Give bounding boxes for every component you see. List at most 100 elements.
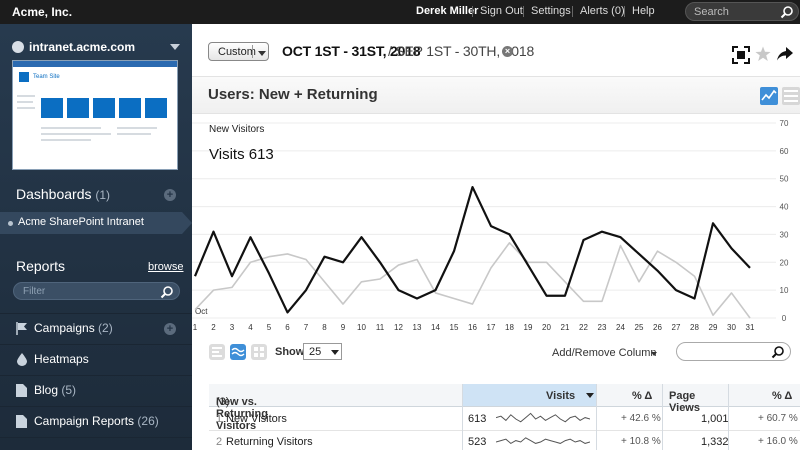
y-tick-label: 20 [780,258,789,267]
bar-view-icon[interactable] [209,344,225,360]
divider [572,6,573,17]
line-chart-view-icon[interactable] [760,87,778,105]
y-tick-label: 60 [780,147,789,156]
site-name[interactable]: intranet.acme.com [29,40,135,54]
row-label[interactable]: Returning Visitors [226,436,313,448]
row-visits-change: + 10.8 % [621,436,661,447]
x-tick-label: 14 [431,323,440,332]
sidebar-item-campaign-reports[interactable]: Campaign Reports (26) [0,406,192,436]
x-tick-label: 6 [285,323,290,332]
active-indicator-icon [182,212,192,234]
dashboards-heading: Dashboards (1) [16,186,110,202]
chevron-down-icon[interactable] [651,352,657,356]
sidebar-item-heatmaps[interactable]: Heatmaps [0,344,192,374]
x-tick-label: 30 [727,323,736,332]
add-dashboard-icon[interactable]: + [164,189,176,201]
column-header-pageviews[interactable]: Page Views [662,384,728,414]
chevron-down-icon [331,350,339,355]
sidebar-item-label: Campaigns [34,321,95,335]
rows-per-page-select[interactable]: 25 [303,343,342,360]
grid-view-icon[interactable] [251,344,267,360]
close-icon[interactable]: × [502,46,513,57]
user-name[interactable]: Derek Miller [416,5,478,17]
row-pageviews-change: + 60.7 % [758,413,798,424]
x-tick-label: 17 [487,323,496,332]
row-label[interactable]: New Visitors [226,413,287,425]
row-pageviews: 1,332 [701,436,729,448]
chevron-down-icon[interactable] [170,44,180,50]
column-header-visits[interactable]: Visits [462,384,596,407]
dashboard-item-acme[interactable]: Acme SharePoint Intranet [0,212,182,234]
x-tick-label: 11 [376,323,385,332]
table-row[interactable]: 1 New Visitors 613 + 42.6 % 1,001 + 60.7… [209,408,800,431]
table-view-icon[interactable] [782,87,800,105]
alerts-link[interactable]: Alerts (0) [580,5,625,17]
series-line-oct [193,185,751,314]
add-campaign-icon[interactable]: + [164,323,176,335]
x-tick-label: 7 [304,323,309,332]
top-search-input[interactable] [694,5,776,19]
add-remove-column-button[interactable]: Add/Remove Column [552,347,657,359]
divider [523,6,524,17]
dashboard-item-label: Acme SharePoint Intranet [18,216,144,228]
chart-svg: 0102030405060701 2 3 4 5 6 7 8 9 10 11 12 13 14 15 16 17… [192,119,789,332]
brand-name: Acme, Inc. [12,5,73,19]
thumbnail-line [41,133,111,135]
x-tick-label: 4 [248,323,253,332]
row-pageviews: 1,001 [701,413,729,425]
share-arrow-icon[interactable] [777,47,793,61]
column-header-visits-change[interactable]: % Δ [596,384,662,407]
x-tick-label: 3 [230,323,235,332]
column-divider [462,384,463,450]
sign-out-link[interactable]: Sign Out [480,5,523,17]
search-icon[interactable] [160,285,174,299]
document-icon [16,415,27,428]
star-icon[interactable] [755,46,771,62]
x-tick-label: 28 [690,323,699,332]
thumbnail-line [117,127,157,129]
sparkline-view-icon[interactable] [230,344,246,360]
range-type-dropdown[interactable]: Custom [208,42,269,61]
settings-link[interactable]: Settings [531,5,571,17]
drop-icon [17,353,27,366]
thumbnail-tile [41,98,63,118]
row-visits: 613 [468,413,487,425]
search-icon[interactable] [771,345,785,359]
thumbnail-line [41,139,91,141]
divider [624,6,625,17]
row-sparkline [496,437,590,445]
browse-link[interactable]: browse [148,261,183,273]
table-row[interactable]: 2 Returning Visitors 523 + 10.8 % 1,332 … [209,431,800,450]
dashboards-count: (1) [95,188,111,202]
x-tick-label: 16 [468,323,477,332]
date-range-bar: Custom OCT 1ST - 31ST, 2018 / SEP 1ST - … [192,34,800,72]
y-tick-label: 50 [780,175,789,184]
sidebar-item-campaigns[interactable]: Campaigns (2) + [0,313,192,343]
filter-input[interactable] [23,285,153,298]
x-tick-label: 24 [616,323,625,332]
sidebar-item-blog[interactable]: Blog (5) [0,375,192,405]
sidebar-item-more[interactable] [0,437,192,450]
chart-title: New Visitors [209,124,265,135]
sharepoint-logo-icon [19,72,29,82]
filter-box[interactable] [13,282,180,300]
site-thumbnail[interactable]: Team Site [12,60,178,170]
column-header-count: (3) [216,396,230,408]
sidebar-item-count: (5) [61,383,77,397]
column-header-dimension[interactable]: New vs. Returning Visitors (3) [209,384,462,432]
y-tick-label: 40 [780,203,789,212]
table-search-input[interactable] [685,345,767,359]
top-bar: Acme, Inc. Derek Miller Sign Out Setting… [0,0,800,24]
x-tick-label: 5 [267,323,272,332]
divider [472,6,473,17]
x-tick-label: 1 [193,323,198,332]
search-icon[interactable] [780,5,794,19]
thumbnail-line [17,101,33,103]
help-link[interactable]: Help [632,5,655,17]
thumbnail-header [13,61,177,67]
top-search-box[interactable] [685,2,799,21]
thumbnail-line [117,133,151,135]
table-search-box[interactable] [676,342,791,361]
fullscreen-icon[interactable] [732,46,750,64]
column-header-pageviews-change[interactable]: % Δ [728,384,800,407]
